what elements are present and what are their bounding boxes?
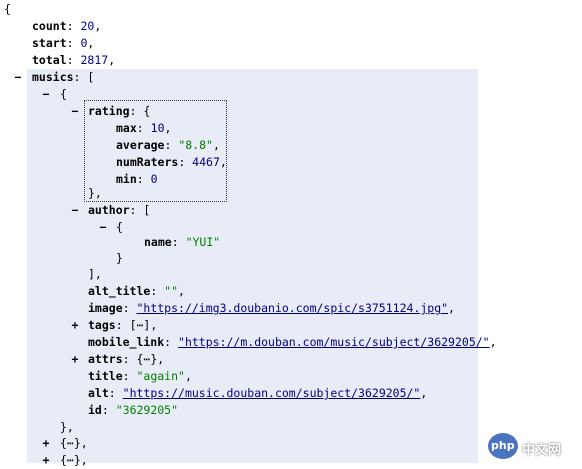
- alt-link[interactable]: "https://music.douban.com/subject/362920…: [123, 386, 421, 400]
- author-item-close: }: [116, 251, 123, 265]
- collapsed-item: {⋯},: [60, 453, 88, 467]
- item0-close: },: [60, 420, 74, 434]
- field-title: title: "again",: [88, 369, 192, 383]
- image-link[interactable]: "https://img3.doubanio.com/spic/s3751124…: [136, 301, 448, 315]
- field-alt-title: alt_title: "",: [88, 284, 185, 298]
- field-id: id: "3629205": [88, 403, 179, 417]
- author-close: ],: [88, 267, 102, 281]
- expand-tags-toggle[interactable]: +: [70, 317, 80, 334]
- mobile-link[interactable]: "https://m.douban.com/music/subject/3629…: [178, 335, 490, 349]
- field-image: image: "https://img3.doubanio.com/spic/s…: [88, 301, 455, 315]
- field-musics: musics: [: [32, 70, 95, 84]
- collapse-musics-toggle[interactable]: −: [13, 69, 23, 86]
- field-author: author: [: [88, 203, 151, 217]
- watermark-logo: php 中文网: [476, 431, 580, 463]
- field-count: count: 20,: [32, 19, 102, 33]
- field-numraters: numRaters: 4467,: [116, 155, 227, 169]
- expand-item1-toggle[interactable]: +: [41, 435, 51, 452]
- collapse-author-toggle[interactable]: −: [70, 202, 80, 219]
- collapse-rating-toggle[interactable]: −: [70, 103, 80, 120]
- field-min: min: 0: [116, 172, 158, 186]
- field-alt: alt: "https://music.douban.com/subject/3…: [88, 386, 428, 400]
- watermark-text: 中文网: [522, 443, 562, 458]
- expand-attrs-toggle[interactable]: +: [70, 351, 80, 368]
- field-max: max: 10,: [116, 121, 172, 135]
- author-item-open: {: [116, 220, 123, 234]
- field-mobile-link: mobile_link: "https://m.douban.com/music…: [88, 335, 497, 349]
- field-tags: tags: [⋯],: [88, 318, 158, 332]
- field-average: average: "8.8",: [116, 138, 220, 152]
- item0-open-brace: {: [60, 87, 67, 101]
- expand-item2-toggle[interactable]: +: [41, 452, 51, 469]
- root-open-brace: {: [4, 2, 11, 16]
- collapse-item0-toggle[interactable]: −: [41, 86, 51, 103]
- rating-close: },: [88, 186, 102, 200]
- collapse-author-item-toggle[interactable]: −: [98, 219, 108, 236]
- collapsed-item: {⋯},: [60, 436, 88, 450]
- field-total: total: 2817,: [32, 53, 116, 67]
- watermark-brand: php: [491, 439, 515, 452]
- field-start: start: 0,: [32, 36, 95, 50]
- field-attrs: attrs: {⋯},: [88, 352, 165, 366]
- field-name: name: "YUI": [144, 235, 221, 249]
- field-rating: rating: {: [88, 104, 151, 118]
